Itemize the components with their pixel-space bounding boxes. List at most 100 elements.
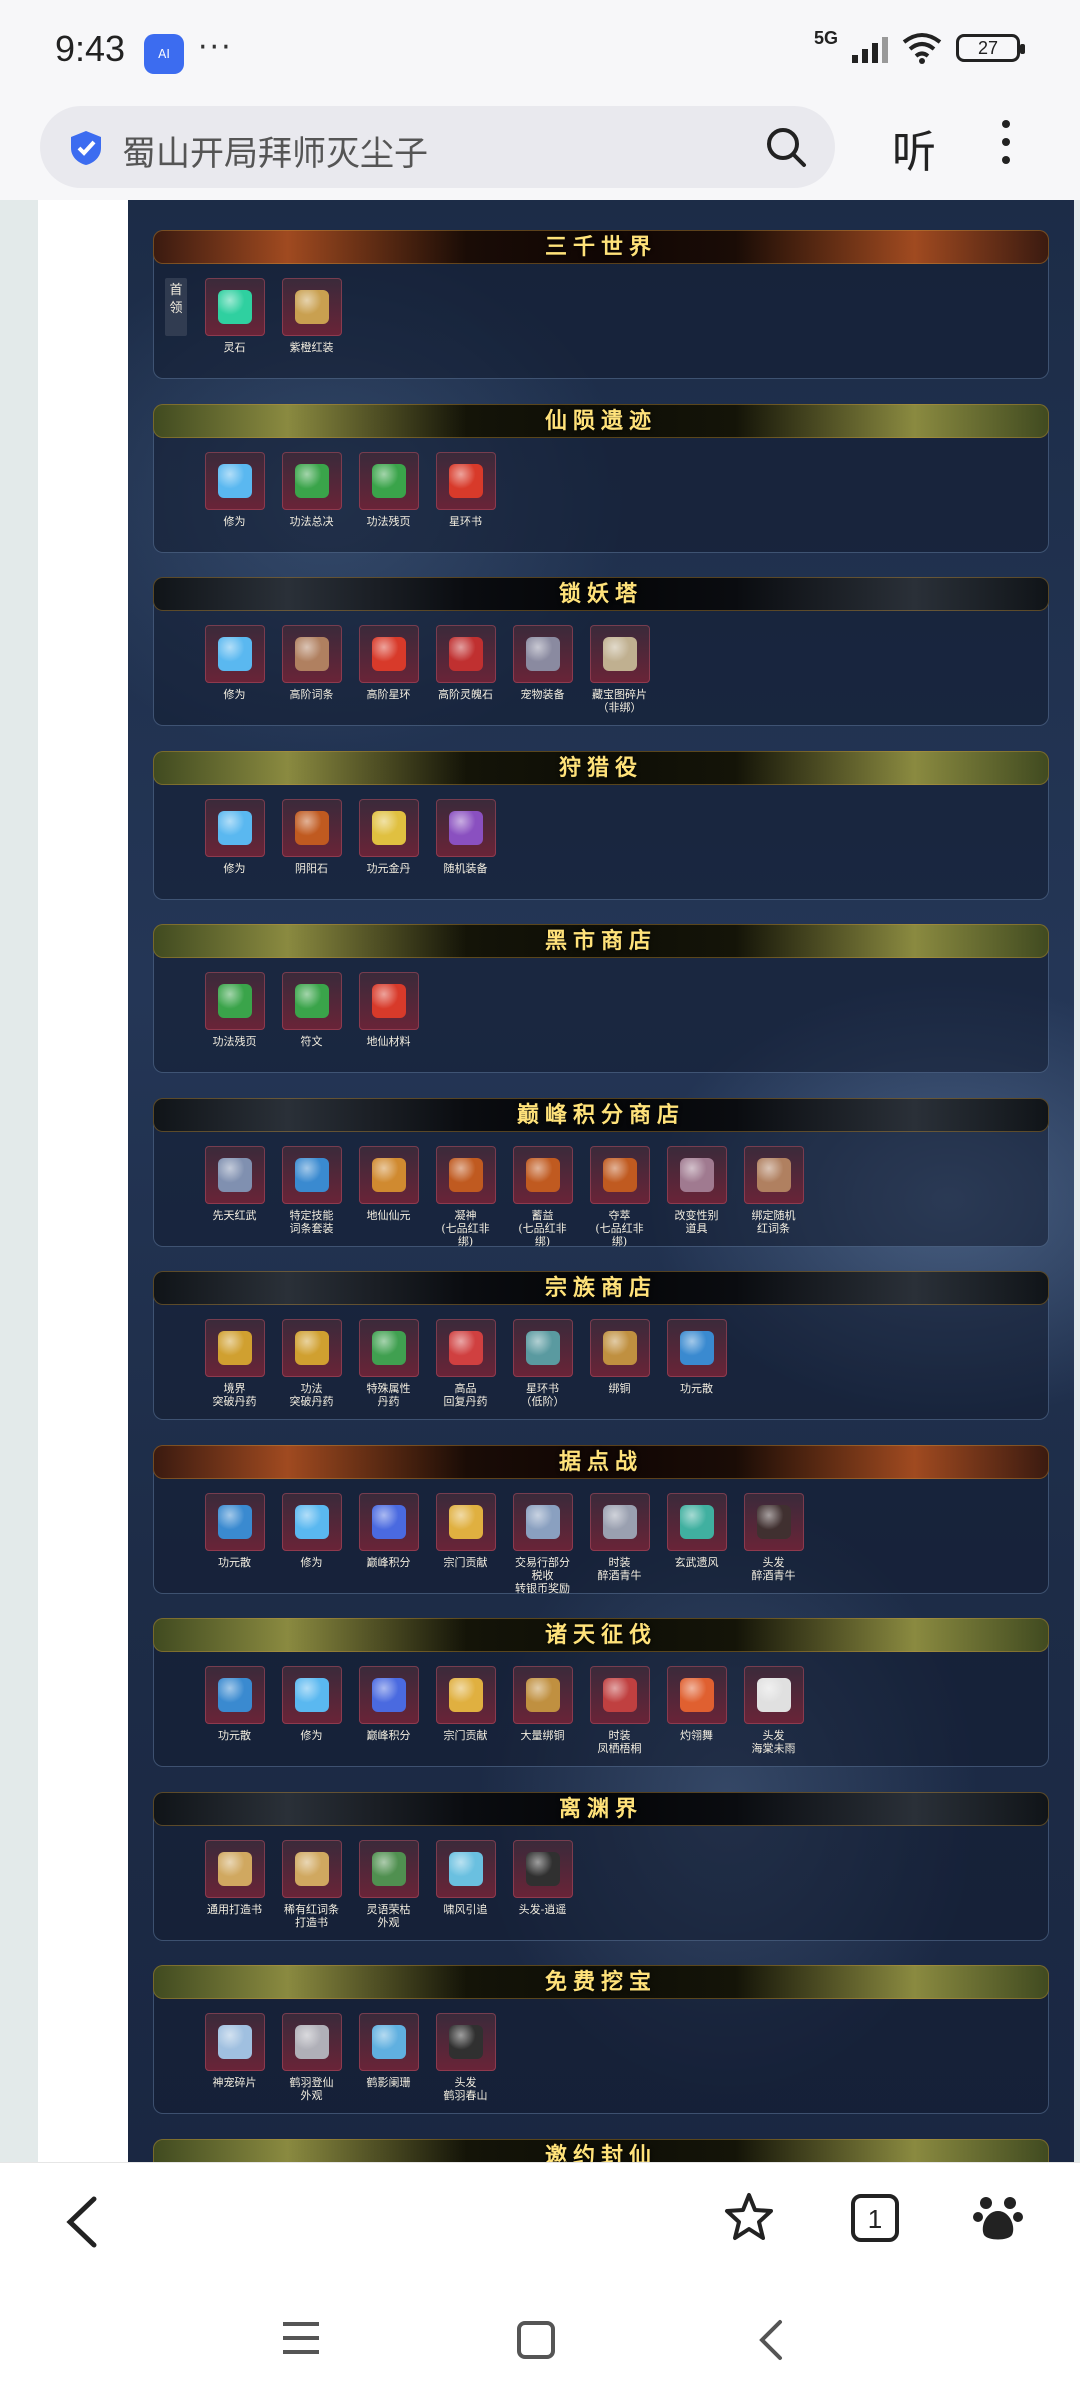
item-swatch — [371, 1331, 406, 1365]
reward-item-icon — [435, 1839, 496, 1898]
reward-section: 离渊界 通用打造书 稀有红词条 打造书 灵语荣枯 外观 啸风引追 头发-逍遥 — [153, 1791, 1049, 1941]
reward-item: 星环书 — [434, 451, 497, 528]
reward-item: 鹤影阑珊 — [357, 2013, 420, 2102]
item-swatch — [371, 810, 406, 845]
reward-item-label: 时装 醉酒青牛 — [597, 1555, 642, 1582]
reward-item: 境界 突破丹药 — [203, 1319, 266, 1408]
section-title: 三千世界 — [153, 230, 1049, 264]
status-time: 9:43 — [55, 28, 126, 69]
section-title: 黑市商店 — [153, 924, 1049, 958]
item-swatch — [217, 1504, 252, 1539]
reward-item: 宗门贡献 — [434, 1492, 497, 1595]
reward-item: 鹤羽登仙 外观 — [280, 2013, 343, 2102]
reward-items: 功元散 修为 巅峰积分 宗门贡献 大量绑铜 时装 凤栖梧桐 灼翎舞 头发 海棠未雨 — [203, 1666, 805, 1755]
item-swatch — [294, 1851, 329, 1886]
reward-item-icon — [358, 625, 419, 683]
reward-item-label: 功法残页 — [212, 1035, 257, 1048]
item-swatch — [448, 1331, 483, 1365]
reward-item-label: 先天红武 — [212, 1208, 257, 1222]
reward-item-label: 藏宝图碎片 （非绑） — [592, 688, 647, 714]
reward-item: 宠物装备 — [511, 625, 574, 714]
reward-item: 符文 — [280, 972, 343, 1048]
back-button[interactable] — [62, 2195, 102, 2253]
reward-item: 灼翎舞 — [665, 1666, 728, 1755]
svg-text:1: 1 — [868, 2204, 882, 2234]
item-swatch — [294, 1157, 329, 1192]
reward-item-icon — [512, 1666, 573, 1724]
browser-toolbar: 蜀山开局拜师灭尘子 听 — [0, 100, 1080, 200]
reward-item-label: 宗门贡献 — [443, 1555, 488, 1569]
item-swatch — [679, 1504, 714, 1539]
bookmark-star-icon[interactable] — [723, 2191, 775, 2247]
item-swatch — [217, 1678, 252, 1712]
reward-item: 先天红武 — [203, 1145, 266, 1248]
reward-item-icon — [589, 1492, 650, 1551]
reward-item-icon — [358, 972, 419, 1030]
item-swatch — [217, 290, 252, 324]
baidu-paw-icon[interactable] — [972, 2191, 1024, 2247]
reward-item: 头发-逍遥 — [511, 1839, 574, 1929]
reward-item-icon — [358, 451, 419, 510]
item-swatch — [448, 1678, 483, 1712]
more-notifications-icon: ··· — [198, 30, 233, 65]
reward-item: 巅峰积分 — [357, 1666, 420, 1755]
item-swatch — [679, 1157, 714, 1192]
section-title: 邀约封仙 — [153, 2138, 1049, 2162]
listen-button[interactable]: 听 — [892, 116, 936, 180]
reward-item: 紫橙红装 — [280, 278, 343, 354]
item-swatch — [371, 2025, 406, 2059]
reward-item: 修为 — [280, 1666, 343, 1755]
item-swatch — [294, 984, 329, 1018]
reward-item-label: 通用打造书 — [207, 1902, 262, 1916]
item-swatch — [217, 1331, 252, 1365]
reward-item-icon — [435, 798, 496, 857]
reward-item: 玄武遗风 — [665, 1492, 728, 1595]
reward-item-icon — [743, 1666, 804, 1724]
search-icon[interactable] — [765, 126, 807, 172]
reward-item: 修为 — [203, 798, 266, 875]
item-swatch — [602, 1678, 637, 1712]
reward-item-icon — [743, 1145, 804, 1204]
status-bar: 9:43 AI ··· 5G 27 — [0, 0, 1080, 100]
item-swatch — [371, 1504, 406, 1539]
search-bar[interactable]: 蜀山开局拜师灭尘子 — [40, 106, 835, 188]
recent-apps-button[interactable] — [281, 2320, 321, 2360]
reward-item-icon — [358, 798, 419, 857]
reward-item-icon — [204, 1492, 265, 1551]
item-swatch — [294, 290, 329, 324]
section-title: 巅峰积分商店 — [153, 1097, 1049, 1132]
reward-item-icon — [589, 1666, 650, 1724]
more-menu-icon[interactable] — [1000, 120, 1012, 174]
item-swatch — [602, 1157, 637, 1192]
tabs-button[interactable]: 1 — [850, 2193, 900, 2247]
page-content: 三千世界 首领 灵石 紫橙红装 仙陨遗迹 修为 功法总决 功法残页 星环书 锁妖塔 修为 高阶词条 高阶… — [0, 200, 1080, 2162]
search-query[interactable]: 蜀山开局拜师灭尘子 — [122, 126, 428, 175]
reward-item-icon — [512, 1492, 573, 1551]
item-swatch — [448, 463, 483, 498]
reward-item-label: 玄武遗风 — [674, 1555, 719, 1569]
section-title: 诸天征伐 — [153, 1618, 1049, 1652]
article-area: 三千世界 首领 灵石 紫橙红装 仙陨遗迹 修为 功法总决 功法残页 星环书 锁妖塔 修为 高阶词条 高阶… — [38, 200, 1074, 2162]
section-title: 宗族商店 — [153, 1271, 1049, 1305]
item-swatch — [371, 463, 406, 498]
item-swatch — [294, 2025, 329, 2059]
item-swatch — [756, 1157, 791, 1192]
reward-item: 地仙仙元 — [357, 1145, 420, 1248]
reward-item-icon — [281, 972, 342, 1030]
reward-items: 灵石 紫橙红装 — [203, 278, 343, 354]
reward-item-label: 阴阳石 — [295, 861, 328, 875]
reward-item-icon — [281, 798, 342, 857]
reward-item: 功元散 — [203, 1666, 266, 1755]
home-button[interactable] — [516, 2320, 556, 2364]
system-back-button[interactable] — [756, 2318, 786, 2366]
reward-item: 高阶词条 — [280, 625, 343, 714]
reward-item-icon — [204, 278, 265, 336]
item-swatch — [448, 1157, 483, 1192]
reward-item-icon — [435, 1145, 496, 1204]
section-title: 锁妖塔 — [153, 577, 1049, 611]
reward-item-label: 功法 突破丹药 — [289, 1382, 334, 1408]
signal-icon — [852, 33, 888, 63]
item-swatch — [525, 1157, 560, 1192]
item-swatch — [217, 1851, 252, 1886]
item-swatch — [217, 810, 252, 845]
